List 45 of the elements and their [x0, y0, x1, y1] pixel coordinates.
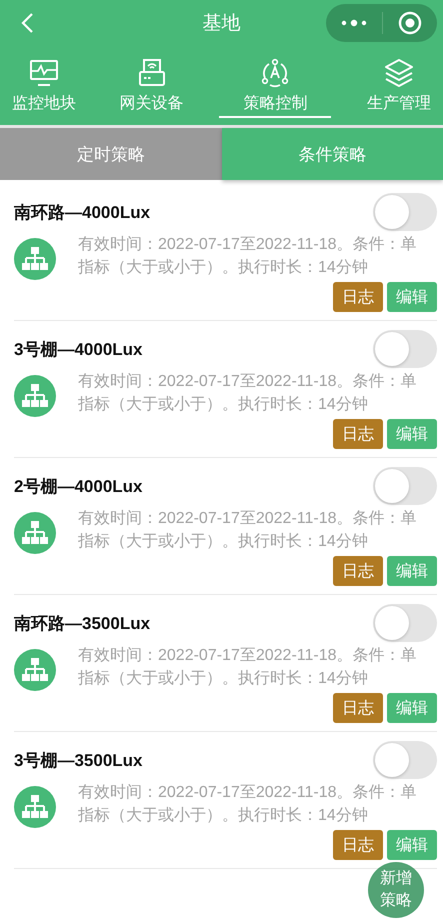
- strategy-description: 有效时间：2022-07-17至2022-11-18。条件：单指标（大于或小于）。执行时长：14分钟: [78, 234, 418, 278]
- strategy-description: 有效时间：2022-07-17至2022-11-18。条件：单指标（大于或小于）。执行时长：14分钟: [78, 782, 418, 826]
- segment-tab[interactable]: 条件策略: [222, 128, 443, 180]
- edit-button[interactable]: 编辑: [387, 419, 437, 449]
- edit-button[interactable]: 编辑: [387, 830, 437, 860]
- hierarchy-icon: [14, 786, 56, 828]
- layers-icon: [384, 58, 414, 88]
- strategy-name: 2号棚—4000Lux: [14, 476, 142, 498]
- strategy-name: 南环路—3500Lux: [14, 612, 150, 634]
- hierarchy-icon: [14, 512, 56, 554]
- edit-button[interactable]: 编辑: [387, 693, 437, 723]
- cycle-a-icon: [260, 58, 290, 88]
- strategy-description: 有效时间：2022-07-17至2022-11-18。条件：单指标（大于或小于）。执行时长：14分钟: [78, 646, 418, 689]
- nav-tab[interactable]: 网关设备: [112, 46, 192, 118]
- more-icon[interactable]: [341, 19, 368, 27]
- segment-tab[interactable]: 定时策略: [0, 128, 222, 180]
- toggle-switch[interactable]: [373, 604, 437, 642]
- log-button[interactable]: 日志: [333, 419, 383, 449]
- log-button[interactable]: 日志: [333, 556, 383, 586]
- close-icon[interactable]: [398, 11, 422, 35]
- strategy-name: 南环路—4000Lux: [14, 202, 150, 224]
- add-strategy-button[interactable]: 新增策略: [368, 862, 424, 918]
- hierarchy-icon: [14, 649, 56, 691]
- nav-tab[interactable]: 生产管理: [358, 46, 439, 118]
- nav-tab[interactable]: 监控地块: [4, 46, 84, 118]
- log-button[interactable]: 日志: [333, 830, 383, 860]
- back-icon[interactable]: [20, 12, 34, 34]
- edit-button[interactable]: 编辑: [387, 556, 437, 586]
- toggle-switch[interactable]: [373, 193, 437, 231]
- hierarchy-icon: [14, 238, 56, 280]
- hierarchy-icon: [14, 375, 56, 417]
- strategy-description: 有效时间：2022-07-17至2022-11-18。条件：单指标（大于或小于）。执行时长：14分钟: [78, 508, 418, 552]
- page-title: 基地: [202, 12, 240, 36]
- router-icon: [136, 58, 167, 88]
- monitor-icon: [29, 58, 59, 88]
- nav-tab[interactable]: 策略控制: [219, 46, 332, 118]
- strategy-name: 3号棚—4000Lux: [14, 338, 142, 360]
- log-button[interactable]: 日志: [333, 282, 383, 312]
- log-button[interactable]: 日志: [333, 693, 383, 723]
- strategy-name: 3号棚—3500Lux: [14, 750, 142, 772]
- toggle-switch[interactable]: [373, 330, 437, 368]
- toggle-switch[interactable]: [373, 741, 437, 779]
- strategy-description: 有效时间：2022-07-17至2022-11-18。条件：单指标（大于或小于）。执行时长：14分钟: [78, 372, 418, 415]
- edit-button[interactable]: 编辑: [387, 282, 437, 312]
- toggle-switch[interactable]: [373, 467, 437, 505]
